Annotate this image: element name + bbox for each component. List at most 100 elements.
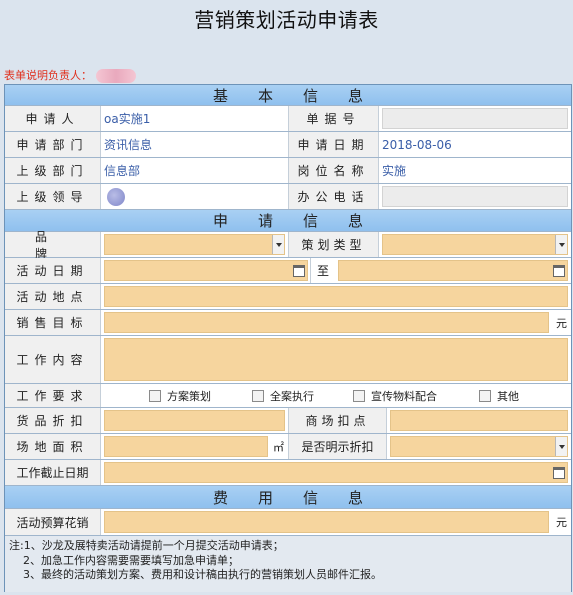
work-content-label: 工作内容 bbox=[5, 336, 101, 383]
applicant-value: oa实施1 bbox=[101, 106, 289, 131]
row-location: 活动地点 bbox=[5, 284, 571, 310]
section-basic-info: 基本信息 bbox=[5, 85, 571, 106]
parent-dept-value: 信息部 bbox=[101, 158, 289, 183]
dept-label: 申请部门 bbox=[5, 132, 101, 157]
row-area: 场地面积 ㎡ 是否明示折扣 bbox=[5, 434, 571, 460]
activity-date-label: 活动日期 bbox=[5, 258, 101, 283]
chevron-down-icon bbox=[555, 235, 567, 254]
checkbox[interactable] bbox=[149, 389, 161, 402]
show-discount-label: 是否明示折扣 bbox=[289, 434, 387, 459]
activity-date-end[interactable] bbox=[338, 260, 568, 281]
calendar-icon[interactable] bbox=[553, 466, 565, 479]
budget-cell: 元 bbox=[101, 509, 571, 535]
option-materials-label: 宣传物料配合 bbox=[371, 389, 437, 403]
work-content-textarea[interactable] bbox=[104, 338, 568, 381]
leader-avatar bbox=[107, 187, 125, 206]
page-title: 营销策划活动申请表 bbox=[194, 8, 379, 32]
note-line: 注:1、沙龙及展特卖活动请提前一个月提交活动申请表； bbox=[9, 539, 284, 552]
sales-target-cell: 元 bbox=[101, 310, 571, 335]
row-leader: 上级领导 办公电话 bbox=[5, 184, 571, 210]
area-unit: ㎡ bbox=[273, 440, 284, 454]
work-content-cell bbox=[101, 336, 571, 383]
area-label: 场地面积 bbox=[5, 434, 101, 459]
notes: 注:1、沙龙及展特卖活动请提前一个月提交活动申请表； 2、加急工作内容需要需要填… bbox=[5, 536, 571, 592]
activity-date-start-cell bbox=[101, 258, 311, 283]
option-plan[interactable]: 方案策划 bbox=[149, 388, 252, 404]
leader-value bbox=[101, 184, 289, 209]
row-activity-date: 活动日期 至 bbox=[5, 258, 571, 284]
sales-target-unit: 元 bbox=[556, 316, 567, 330]
plan-type-label: 策划类型 bbox=[289, 232, 379, 257]
deadline-label: 工作截止日期 bbox=[5, 460, 101, 485]
show-discount-select[interactable] bbox=[390, 436, 568, 457]
budget-label: 活动预算花销 bbox=[5, 509, 101, 535]
work-req-options: 方案策划 全案执行 宣传物料配合 其他 bbox=[101, 384, 571, 407]
plan-type-cell bbox=[379, 232, 571, 257]
chevron-down-icon bbox=[555, 437, 567, 456]
area-input[interactable] bbox=[104, 436, 268, 457]
responsible-avatar bbox=[96, 69, 136, 83]
option-other[interactable]: 其他 bbox=[479, 388, 519, 404]
application-form: 基本信息 申请人 oa实施1 单据号 申请部门 资讯信息 申请日期 2018-0… bbox=[4, 84, 572, 592]
doc-no-cell bbox=[379, 106, 571, 131]
row-deadline: 工作截止日期 bbox=[5, 460, 571, 486]
show-discount-cell bbox=[387, 434, 571, 459]
position-value: 实施 bbox=[379, 158, 571, 183]
option-materials[interactable]: 宣传物料配合 bbox=[353, 388, 479, 404]
deadline-input[interactable] bbox=[104, 462, 568, 483]
date-value: 2018-08-06 bbox=[379, 132, 571, 157]
activity-date-end-cell bbox=[335, 258, 571, 283]
checkbox[interactable] bbox=[252, 389, 264, 402]
row-discount: 货品折扣 商场扣点 bbox=[5, 408, 571, 434]
leader-label: 上级领导 bbox=[5, 184, 101, 209]
budget-unit: 元 bbox=[556, 516, 567, 529]
phone-field[interactable] bbox=[382, 186, 568, 207]
responsible-line: 表单说明负责人： bbox=[4, 67, 136, 83]
parent-dept-label: 上级部门 bbox=[5, 158, 101, 183]
position-label: 岗位名称 bbox=[289, 158, 379, 183]
sales-target-input[interactable] bbox=[104, 312, 549, 333]
phone-label: 办公电话 bbox=[289, 184, 379, 209]
budget-input[interactable] bbox=[104, 511, 549, 533]
option-other-label: 其他 bbox=[497, 389, 519, 403]
discount-cell bbox=[101, 408, 289, 433]
applicant-label: 申请人 bbox=[5, 106, 101, 131]
calendar-icon[interactable] bbox=[293, 264, 305, 277]
row-applicant: 申请人 oa实施1 单据号 bbox=[5, 106, 571, 132]
row-work-content: 工作内容 bbox=[5, 336, 571, 384]
brand-select[interactable] bbox=[104, 234, 285, 255]
checkbox[interactable] bbox=[353, 389, 365, 402]
responsible-label: 表单说明负责人： bbox=[4, 69, 92, 82]
date-range-to-label: 至 bbox=[316, 264, 329, 278]
mall-deduct-cell bbox=[387, 408, 571, 433]
mall-deduct-input[interactable] bbox=[390, 410, 568, 431]
sales-target-label: 销售目标 bbox=[5, 310, 101, 335]
location-input[interactable] bbox=[104, 286, 568, 307]
location-label: 活动地点 bbox=[5, 284, 101, 309]
deadline-cell bbox=[101, 460, 571, 485]
brand-label: 品牌 bbox=[5, 230, 101, 261]
row-budget: 活动预算花销 元 bbox=[5, 509, 571, 536]
option-execution[interactable]: 全案执行 bbox=[252, 388, 353, 404]
doc-no-field[interactable] bbox=[382, 108, 568, 129]
calendar-icon[interactable] bbox=[553, 264, 565, 277]
row-sales-target: 销售目标 元 bbox=[5, 310, 571, 336]
phone-cell bbox=[379, 184, 571, 209]
checkbox[interactable] bbox=[479, 389, 491, 402]
area-cell: ㎡ bbox=[101, 434, 289, 459]
plan-type-select[interactable] bbox=[382, 234, 568, 255]
brand-cell bbox=[101, 232, 289, 257]
dept-value: 资讯信息 bbox=[101, 132, 289, 157]
doc-no-label: 单据号 bbox=[289, 106, 379, 131]
date-label: 申请日期 bbox=[289, 132, 379, 157]
row-parent-dept: 上级部门 信息部 岗位名称 实施 bbox=[5, 158, 571, 184]
row-brand: 品牌 策划类型 bbox=[5, 230, 571, 261]
discount-input[interactable] bbox=[104, 410, 285, 431]
section-cost-info: 费用信息 bbox=[5, 486, 571, 509]
row-dept: 申请部门 资讯信息 申请日期 2018-08-06 bbox=[5, 132, 571, 158]
option-plan-label: 方案策划 bbox=[167, 389, 211, 403]
option-execution-label: 全案执行 bbox=[270, 389, 314, 403]
note-line: 2、加急工作内容需要需要填写加急申请单； bbox=[23, 553, 239, 567]
mall-deduct-label: 商场扣点 bbox=[289, 408, 387, 433]
activity-date-start[interactable] bbox=[104, 260, 308, 281]
